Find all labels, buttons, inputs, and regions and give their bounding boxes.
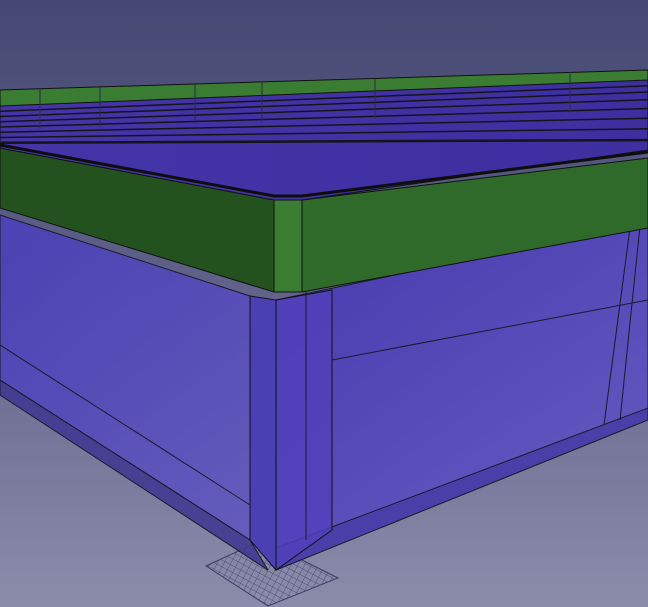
roof-frame-corner	[273, 199, 303, 293]
3d-viewport[interactable]	[0, 0, 648, 607]
corner-column-side	[275, 289, 333, 571]
3d-scene[interactable]	[0, 0, 648, 607]
corner-column	[249, 295, 277, 572]
